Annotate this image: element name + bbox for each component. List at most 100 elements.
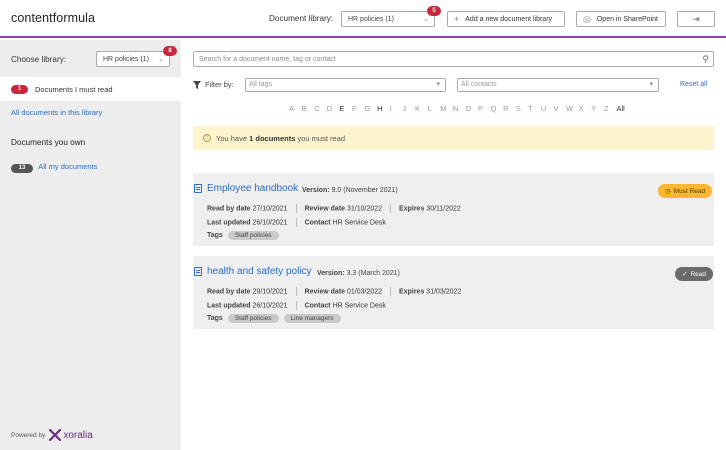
app-logo[interactable]: contentformula xyxy=(11,11,95,25)
plus-icon: + xyxy=(454,14,460,24)
document-icon xyxy=(194,184,202,193)
exit-icon: ⇥ xyxy=(692,13,700,24)
filter-label: Filter by: xyxy=(193,80,234,89)
tags-filter-select[interactable]: All tags ▾ xyxy=(245,78,446,92)
sidebar-item-must-read[interactable]: 1 Documents I must read xyxy=(0,77,181,101)
sidebar-library-select[interactable]: HR policies (1) ⌄ xyxy=(96,51,170,67)
open-sharepoint-button[interactable]: ◎ Open in SharePoint xyxy=(576,11,666,27)
document-tags-row: Tags Staff policies xyxy=(207,231,279,240)
contacts-filter-select[interactable]: All contacts ▾ xyxy=(457,78,659,92)
letter-z[interactable]: Z xyxy=(604,104,617,113)
document-library-select[interactable]: HR policies (1) ⌄ xyxy=(341,11,435,27)
sharepoint-icon: ◎ xyxy=(583,13,591,24)
sidebar-library-select-value: HR policies (1) xyxy=(103,56,149,63)
chevron-down-icon: ⌄ xyxy=(158,56,164,63)
read-by-label: Read by date xyxy=(207,288,251,296)
open-sharepoint-label: Open in SharePoint xyxy=(596,15,658,23)
sidebar-library-badge: 8 xyxy=(163,46,177,56)
letter-x[interactable]: X xyxy=(579,104,592,113)
document-version: Version: 3.3 (March 2021) xyxy=(317,270,400,277)
review-date-label: Review date xyxy=(304,288,346,296)
read-by-label: Read by date xyxy=(207,205,251,213)
chevron-down-icon: ⌄ xyxy=(423,16,429,23)
last-updated-label: Last updated xyxy=(207,219,251,227)
letter-f[interactable]: F xyxy=(352,104,365,113)
my-documents-count-badge: 13 xyxy=(11,164,33,173)
notice-text-pre: You have xyxy=(216,133,248,143)
letter-m[interactable]: M xyxy=(440,104,453,113)
top-header: contentformula Document library: HR poli… xyxy=(0,0,726,38)
search-input[interactable]: Search for a document name, tag or conta… xyxy=(193,51,714,67)
contact-value: HR Service Desk xyxy=(332,219,386,227)
must-read-label: Documents I must read xyxy=(35,85,113,94)
letter-y[interactable]: Y xyxy=(591,104,604,113)
must-read-status-button[interactable]: ◷ Must Read xyxy=(658,184,713,198)
powered-by-label: Powered by xyxy=(11,431,46,439)
search-icon[interactable]: ⚲ xyxy=(702,54,709,65)
xoralia-logo: xoralia xyxy=(49,429,93,441)
letter-r[interactable]: R xyxy=(503,104,516,113)
powered-by: Powered by xoralia xyxy=(11,429,93,441)
document-dates-row: Read by date 29/10/2021 Review date 01/03… xyxy=(207,287,461,296)
xoralia-brand: xoralia xyxy=(63,429,93,441)
add-library-label: Add a new document library xyxy=(465,15,553,23)
last-updated-value: 26/10/2021 xyxy=(252,219,288,227)
document-card: Employee handbook Version: 9.0 (November… xyxy=(193,173,714,246)
letter-l[interactable]: L xyxy=(428,104,441,113)
tags-label: Tags xyxy=(207,315,223,322)
tags-filter-value: All tags xyxy=(249,81,272,88)
tag-chip[interactable]: Staff policies xyxy=(227,231,279,240)
document-library-label: Document library: xyxy=(269,14,334,23)
letter-q[interactable]: Q xyxy=(491,104,504,113)
document-info-row: Last updated 26/10/2021 Contact HR Servic… xyxy=(207,218,386,227)
contacts-filter-value: All contacts xyxy=(461,81,497,88)
read-status-button[interactable]: ✓ Read xyxy=(675,267,713,281)
letter-p[interactable]: P xyxy=(478,104,491,113)
reset-all-link[interactable]: Reset all xyxy=(680,81,707,88)
caret-down-icon: ▾ xyxy=(436,81,440,88)
letter-w[interactable]: W xyxy=(566,104,579,113)
letter-i[interactable]: I xyxy=(390,104,403,113)
review-date-value: 01/03/2022 xyxy=(347,288,383,296)
read-by-value: 27/10/2021 xyxy=(252,205,288,213)
letter-t[interactable]: T xyxy=(528,104,541,113)
sidebar-item-my-documents[interactable]: 13 All my documents xyxy=(11,162,97,173)
letter-k[interactable]: K xyxy=(415,104,428,113)
document-title[interactable]: health and safety policy xyxy=(207,266,312,277)
version-label: Version: xyxy=(302,187,330,194)
letter-o[interactable]: O xyxy=(465,104,478,113)
info-icon: ! xyxy=(203,134,211,142)
letter-all[interactable]: All xyxy=(616,104,629,113)
xoralia-logo-icon xyxy=(49,429,62,441)
letter-s[interactable]: S xyxy=(516,104,529,113)
my-documents-label: All my documents xyxy=(38,162,98,171)
collapse-button[interactable]: ⇥ xyxy=(677,11,715,27)
letter-u[interactable]: U xyxy=(541,104,554,113)
review-date-value: 31/10/2022 xyxy=(347,205,383,213)
letter-c[interactable]: C xyxy=(314,104,327,113)
sidebar-item-all-documents[interactable]: All documents in this library xyxy=(11,108,102,117)
add-library-button[interactable]: + Add a new document library xyxy=(447,11,565,27)
document-title[interactable]: Employee handbook xyxy=(207,183,298,194)
letter-e[interactable]: E xyxy=(339,104,352,113)
version-value: 9.0 (November 2021) xyxy=(331,187,398,194)
sidebar xyxy=(0,40,181,450)
tag-chip[interactable]: Staff policies xyxy=(227,314,279,323)
letter-b[interactable]: B xyxy=(302,104,315,113)
expires-label: Expires xyxy=(399,205,425,213)
letter-g[interactable]: G xyxy=(365,104,378,113)
tag-chip[interactable]: Line managers xyxy=(283,314,341,323)
letter-d[interactable]: D xyxy=(327,104,340,113)
must-read-notice: ! You have 1 documents you must read xyxy=(193,126,714,150)
expires-value: 30/11/2022 xyxy=(426,205,461,213)
letter-j[interactable]: J xyxy=(402,104,415,113)
letter-n[interactable]: N xyxy=(453,104,466,113)
status-label: Must Read xyxy=(673,187,706,195)
expires-label: Expires xyxy=(399,288,425,296)
document-icon xyxy=(194,267,202,276)
document-library-select-value: HR policies (1) xyxy=(348,16,394,23)
letter-v[interactable]: V xyxy=(553,104,566,113)
letter-h[interactable]: H xyxy=(377,104,390,113)
letter-a[interactable]: A xyxy=(289,104,302,113)
contact-value: HR Service Desk xyxy=(332,302,386,310)
